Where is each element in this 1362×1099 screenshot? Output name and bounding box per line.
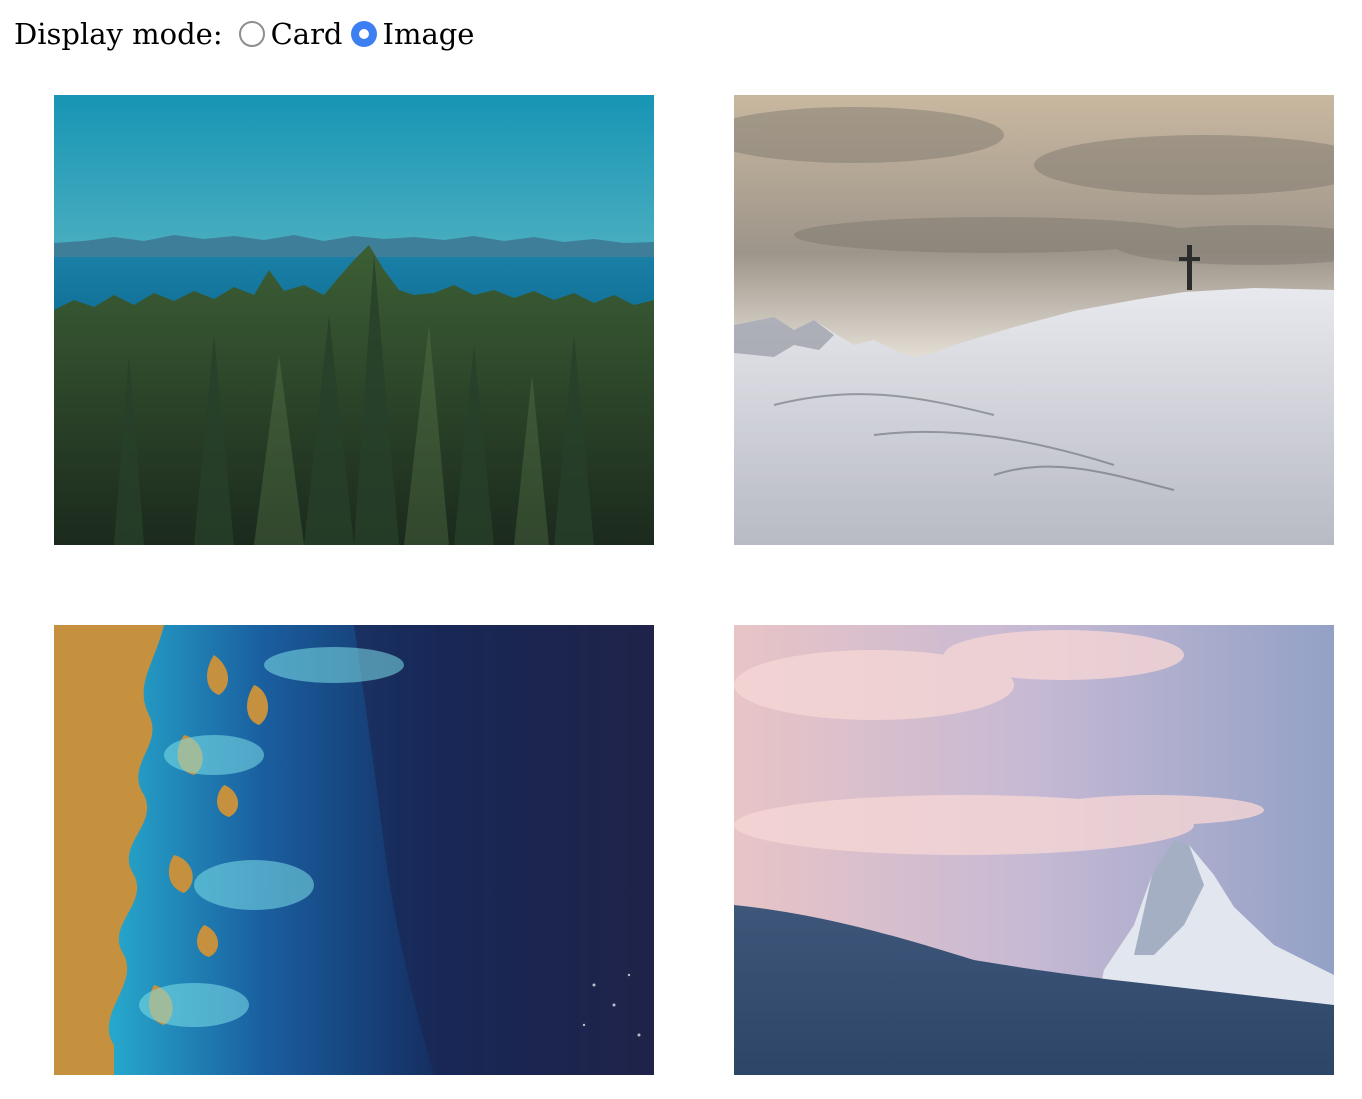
display-mode-option-card[interactable]: Card [238, 17, 343, 51]
gallery-image-snowy-summit[interactable] [734, 95, 1334, 545]
radio-checked-dot [358, 29, 369, 39]
gallery-image-aerial-coast[interactable] [54, 625, 654, 1075]
radio-card[interactable] [238, 21, 265, 47]
forest-sea-picture [54, 95, 654, 545]
radio-image[interactable] [350, 21, 377, 47]
display-mode-bar: Display mode: Card Image [14, 14, 482, 54]
display-mode-option-image[interactable]: Image [350, 17, 475, 51]
gallery-image-snow-peak[interactable] [734, 625, 1334, 1075]
radio-image-label[interactable]: Image [383, 17, 475, 51]
snow-peak-picture [734, 625, 1334, 1075]
display-mode-label: Display mode: [14, 17, 223, 51]
gallery-image-forest-sea[interactable] [54, 95, 654, 545]
snowy-summit-picture [734, 95, 1334, 545]
radio-card-label[interactable]: Card [271, 17, 343, 51]
aerial-coast-picture [54, 625, 654, 1075]
